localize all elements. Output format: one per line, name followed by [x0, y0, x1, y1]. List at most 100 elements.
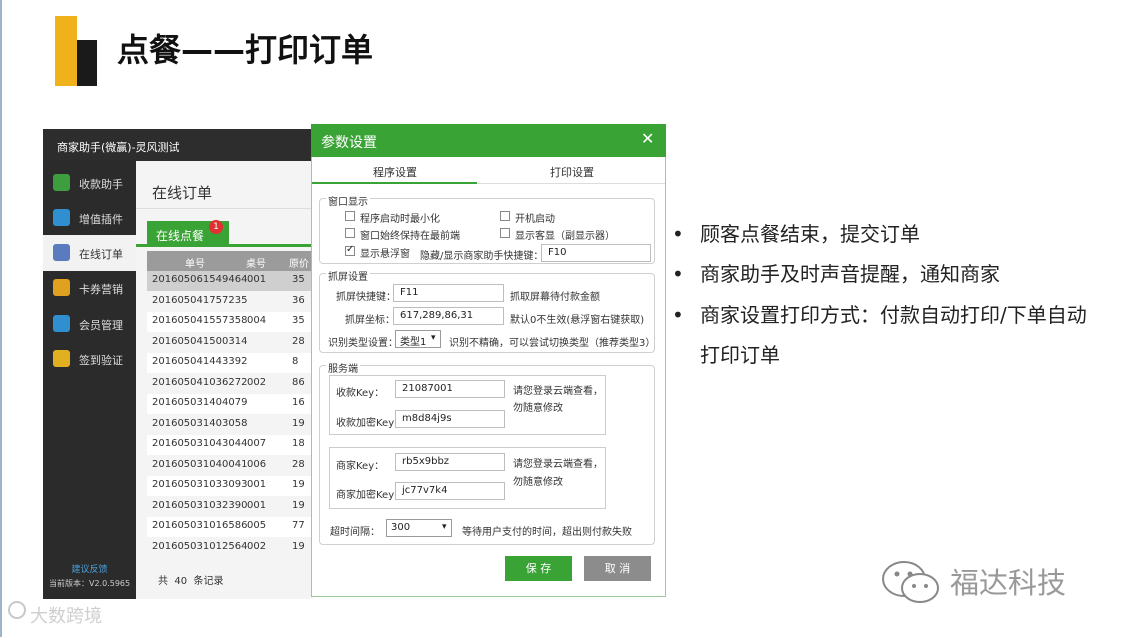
- order-number-cell: 201605061549464: [152, 274, 248, 285]
- sidebar-item-label: 在线订单: [79, 248, 123, 261]
- edit-icon: [53, 244, 70, 261]
- table-row[interactable]: 201605061549464 001 35: [147, 271, 313, 291]
- payment-enc-key-label: 收款加密Key：: [336, 418, 405, 429]
- sidebar-item-label: 增值插件: [79, 213, 123, 226]
- capture-hotkey-input[interactable]: F11: [393, 284, 504, 302]
- checkbox-label: 窗口始终保持在最前端: [360, 231, 460, 242]
- checkbox-label: 开机启动: [515, 214, 555, 225]
- save-button[interactable]: 保 存: [505, 556, 572, 581]
- feedback-link[interactable]: 建议反馈: [43, 562, 136, 575]
- bullet-dot-icon: •: [672, 262, 684, 286]
- tab-print-label: 打印设置: [550, 166, 594, 179]
- column-header-price: 原价: [289, 259, 309, 270]
- capture-coord-input[interactable]: 617,289,86,31: [393, 307, 504, 325]
- sidebar-item-6[interactable]: 签到验证: [43, 341, 136, 377]
- table-row[interactable]: 201605041557358 004 35: [147, 312, 313, 332]
- order-number-cell: 201605031033093: [152, 479, 248, 490]
- table-row[interactable]: 201605041443392 8: [147, 353, 313, 373]
- app-titlebar: 商家助手(微赢)-灵风测试: [43, 129, 313, 161]
- order-number-cell: 201605041500314: [152, 335, 248, 347]
- chevron-down-icon: ▾: [431, 333, 436, 343]
- footer-suffix: 条记录: [193, 576, 224, 587]
- checkbox-2[interactable]: [500, 211, 510, 221]
- close-icon[interactable]: ✕: [641, 129, 654, 148]
- merchant-key-input[interactable]: rb5x9bbz: [395, 453, 505, 471]
- table-row[interactable]: 201605031033093 001 19: [147, 476, 313, 496]
- watermark-text: 大数跨境: [30, 606, 102, 627]
- order-number-cell: 201605031043044: [152, 438, 248, 449]
- table-row[interactable]: 201605031403058 19: [147, 414, 313, 435]
- price-cell: 35: [292, 315, 305, 326]
- table-row[interactable]: 201605031016586 005 77: [147, 517, 313, 537]
- tab-program-settings[interactable]: 程序设置: [312, 157, 477, 184]
- bullet-text: 商家设置打印方式：付款自动打印/下单自动: [700, 303, 1087, 327]
- bullet-dot-icon: •: [672, 222, 684, 246]
- dialog-titlebar: 参数设置 ✕: [311, 124, 666, 157]
- capture-hotkey-label: 抓屏快捷键：: [336, 292, 396, 303]
- checkbox-1[interactable]: [345, 211, 355, 221]
- watermark-logo-icon: [8, 601, 26, 619]
- price-cell: 18: [292, 438, 305, 449]
- timeout-label: 超时间隔：: [330, 527, 380, 538]
- recog-type-select[interactable]: 类型1 ▾: [395, 330, 441, 348]
- capture-hotkey-hint: 抓取屏幕待付款金额: [510, 292, 600, 303]
- title-accent-yellow: [55, 16, 77, 86]
- order-number-cell: 201605031040041: [152, 458, 248, 470]
- payment-key-input[interactable]: 21087001: [395, 380, 505, 398]
- merchant-enc-key-input[interactable]: jc77v7k4: [395, 482, 505, 500]
- table-row[interactable]: 201605031404079 16: [147, 394, 313, 414]
- tab-print-settings[interactable]: 打印设置: [477, 157, 665, 184]
- price-cell: 36: [292, 294, 305, 306]
- sidebar-item-2[interactable]: 增值插件: [43, 200, 136, 236]
- recog-type-label: 识别类型设置：: [328, 338, 398, 349]
- layers-icon: [53, 279, 70, 296]
- footer-prefix: 共: [158, 576, 168, 587]
- price-cell: 35: [292, 274, 305, 285]
- capture-coord-hint: 默认0不生效(悬浮窗右键获取): [510, 315, 645, 326]
- table-row[interactable]: 201605031032390 001 19: [147, 496, 313, 517]
- timeout-select[interactable]: 300 ▾: [386, 519, 452, 537]
- table-header: 单号 桌号 原价: [147, 251, 313, 271]
- recog-type-hint: 识别不精确，可以尝试切换类型（推荐类型3）: [449, 338, 656, 349]
- table-row[interactable]: 201605041500314 28: [147, 332, 313, 353]
- checkbox-3[interactable]: [345, 228, 355, 238]
- checkbox-5[interactable]: ✓: [345, 244, 355, 256]
- price-cell: 28: [292, 335, 305, 347]
- sidebar-item-4[interactable]: 卡券营销: [43, 270, 136, 306]
- brand-name: 福达科技: [950, 566, 1067, 600]
- notification-badge: 1: [209, 220, 223, 234]
- table-row[interactable]: 201605041757235 36: [147, 291, 313, 312]
- price-cell: 19: [292, 479, 305, 490]
- order-number-cell: 201605031016586: [152, 520, 248, 531]
- coins-icon: [53, 350, 70, 367]
- table-number-cell: 002: [247, 376, 267, 388]
- timeout-value: 300: [391, 522, 411, 533]
- version-label: 当前版本：V2.0.5965: [49, 579, 131, 588]
- order-number-cell: 201605041757235: [152, 294, 248, 306]
- payment-key-label: 收款Key：: [336, 388, 385, 399]
- table-row[interactable]: 201605031040041 006 28: [147, 455, 313, 476]
- sidebar-item-label: 收款助手: [79, 178, 123, 191]
- table-number-cell: 002: [247, 540, 267, 552]
- merchant-enc-key-label: 商家加密Key：: [336, 490, 405, 501]
- hide-show-hotkey-input[interactable]: F10: [541, 244, 651, 262]
- sidebar-item-label: 卡券营销: [79, 283, 123, 296]
- cancel-button[interactable]: 取 消: [584, 556, 651, 581]
- table-number-cell: 005: [247, 520, 267, 531]
- page-title: 在线订单: [152, 184, 213, 202]
- order-number-cell: 201605041036272: [152, 376, 248, 388]
- sidebar-item-5[interactable]: 会员管理: [43, 306, 136, 342]
- order-number-cell: 201605041443392: [152, 356, 248, 367]
- slide-title: 点餐——打印订单: [117, 31, 374, 69]
- tab-program-label: 程序设置: [373, 166, 417, 179]
- table-row[interactable]: 201605031043044 007 18: [147, 435, 313, 455]
- checkbox-4[interactable]: [500, 228, 510, 238]
- payment-enc-key-input[interactable]: m8d84j9s: [395, 410, 505, 428]
- table-row[interactable]: 201605041036272 002 86: [147, 373, 313, 394]
- sidebar-item-3[interactable]: 在线订单: [43, 235, 136, 271]
- sidebar-item-1[interactable]: 收款助手: [43, 165, 136, 201]
- payment-hint-2: 勿随意修改: [513, 403, 563, 414]
- order-number-cell: 201605031403058: [152, 417, 248, 429]
- timeout-hint: 等待用户支付的时间，超出则付款失败: [462, 527, 632, 538]
- table-row[interactable]: 201605031012564 002 19: [147, 537, 313, 558]
